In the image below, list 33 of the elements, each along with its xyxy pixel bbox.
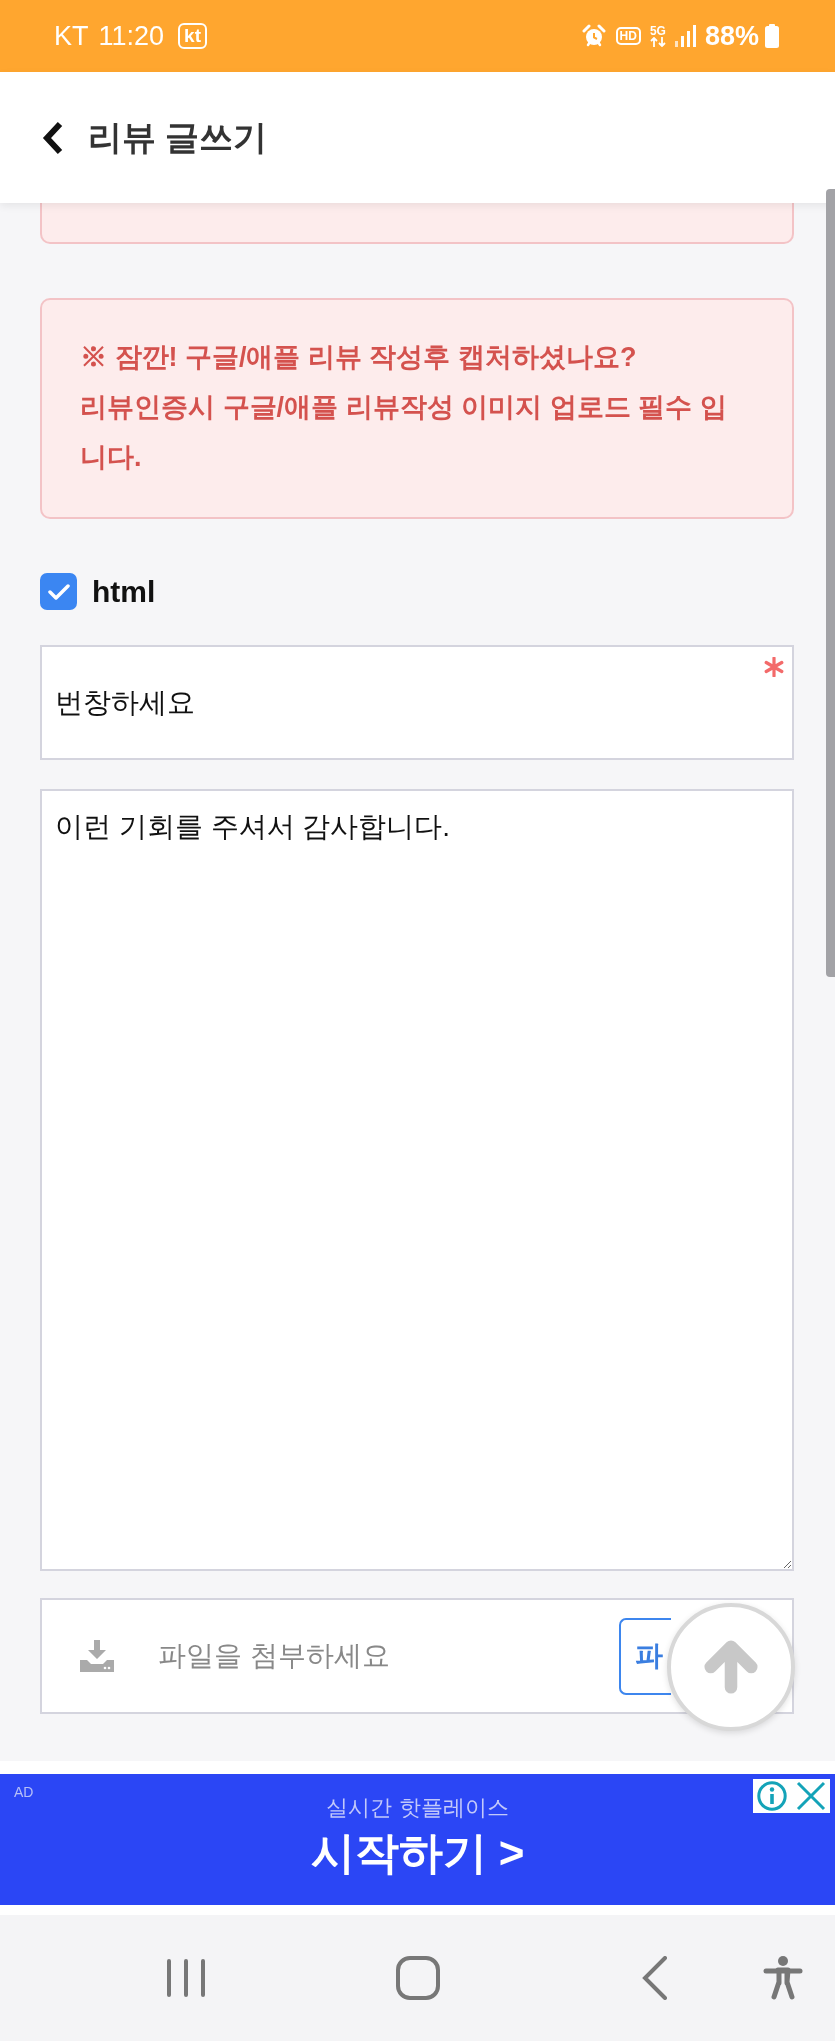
data-arrows-icon: [649, 37, 666, 47]
alarm-clock-icon: [581, 24, 606, 48]
file-select-button[interactable]: 파: [619, 1617, 671, 1695]
close-icon[interactable]: [796, 1781, 826, 1811]
carrier-name: KT: [54, 20, 89, 52]
ad-subtitle: 실시간 핫플레이스: [326, 1794, 509, 1822]
content-textarea[interactable]: 이런 기회를 주셔서 감사합니다.: [40, 789, 794, 1571]
recent-apps-icon[interactable]: [166, 1958, 206, 1998]
title-input[interactable]: 번창하세요: [40, 645, 794, 760]
network-type-label: 5G: [649, 25, 666, 37]
ad-banner[interactable]: AD 실시간 핫플레이스 시작하기 >: [0, 1774, 835, 1905]
ad-headline: 시작하기 >: [310, 1827, 525, 1879]
chevron-left-icon[interactable]: [42, 120, 64, 155]
battery-percent: 88%: [704, 20, 759, 52]
notice-text: ※ 잠깐! 구글/애플 리뷰 작성후 캡처하셨나요? 리뷰인증시 구글/애플 리뷰작성 이미지 업로드 필수 입니다.: [80, 341, 728, 474]
checkmark-icon: [47, 583, 70, 600]
download-tray-icon: [80, 1640, 114, 1672]
info-icon[interactable]: [757, 1781, 787, 1811]
carrier-badge: kt: [178, 23, 207, 49]
html-checkbox[interactable]: [40, 573, 77, 610]
hd-indicator: HD: [615, 27, 641, 45]
back-icon[interactable]: [642, 1956, 668, 2000]
scrollbar-thumb[interactable]: [826, 189, 835, 977]
home-icon[interactable]: [396, 1956, 440, 2000]
checkbox-label: html: [92, 574, 156, 609]
accessibility-icon[interactable]: [763, 1956, 803, 2000]
page-title: 리뷰 글쓰기: [88, 116, 268, 158]
ad-tag: AD: [14, 1784, 34, 1800]
battery-icon: [765, 24, 779, 48]
clock-time: 11:20: [98, 20, 165, 52]
file-name-field[interactable]: 파일을 첨부하세요: [158, 1634, 558, 1678]
signal-icon: [674, 25, 697, 47]
up-arrow-icon: [704, 1640, 758, 1694]
